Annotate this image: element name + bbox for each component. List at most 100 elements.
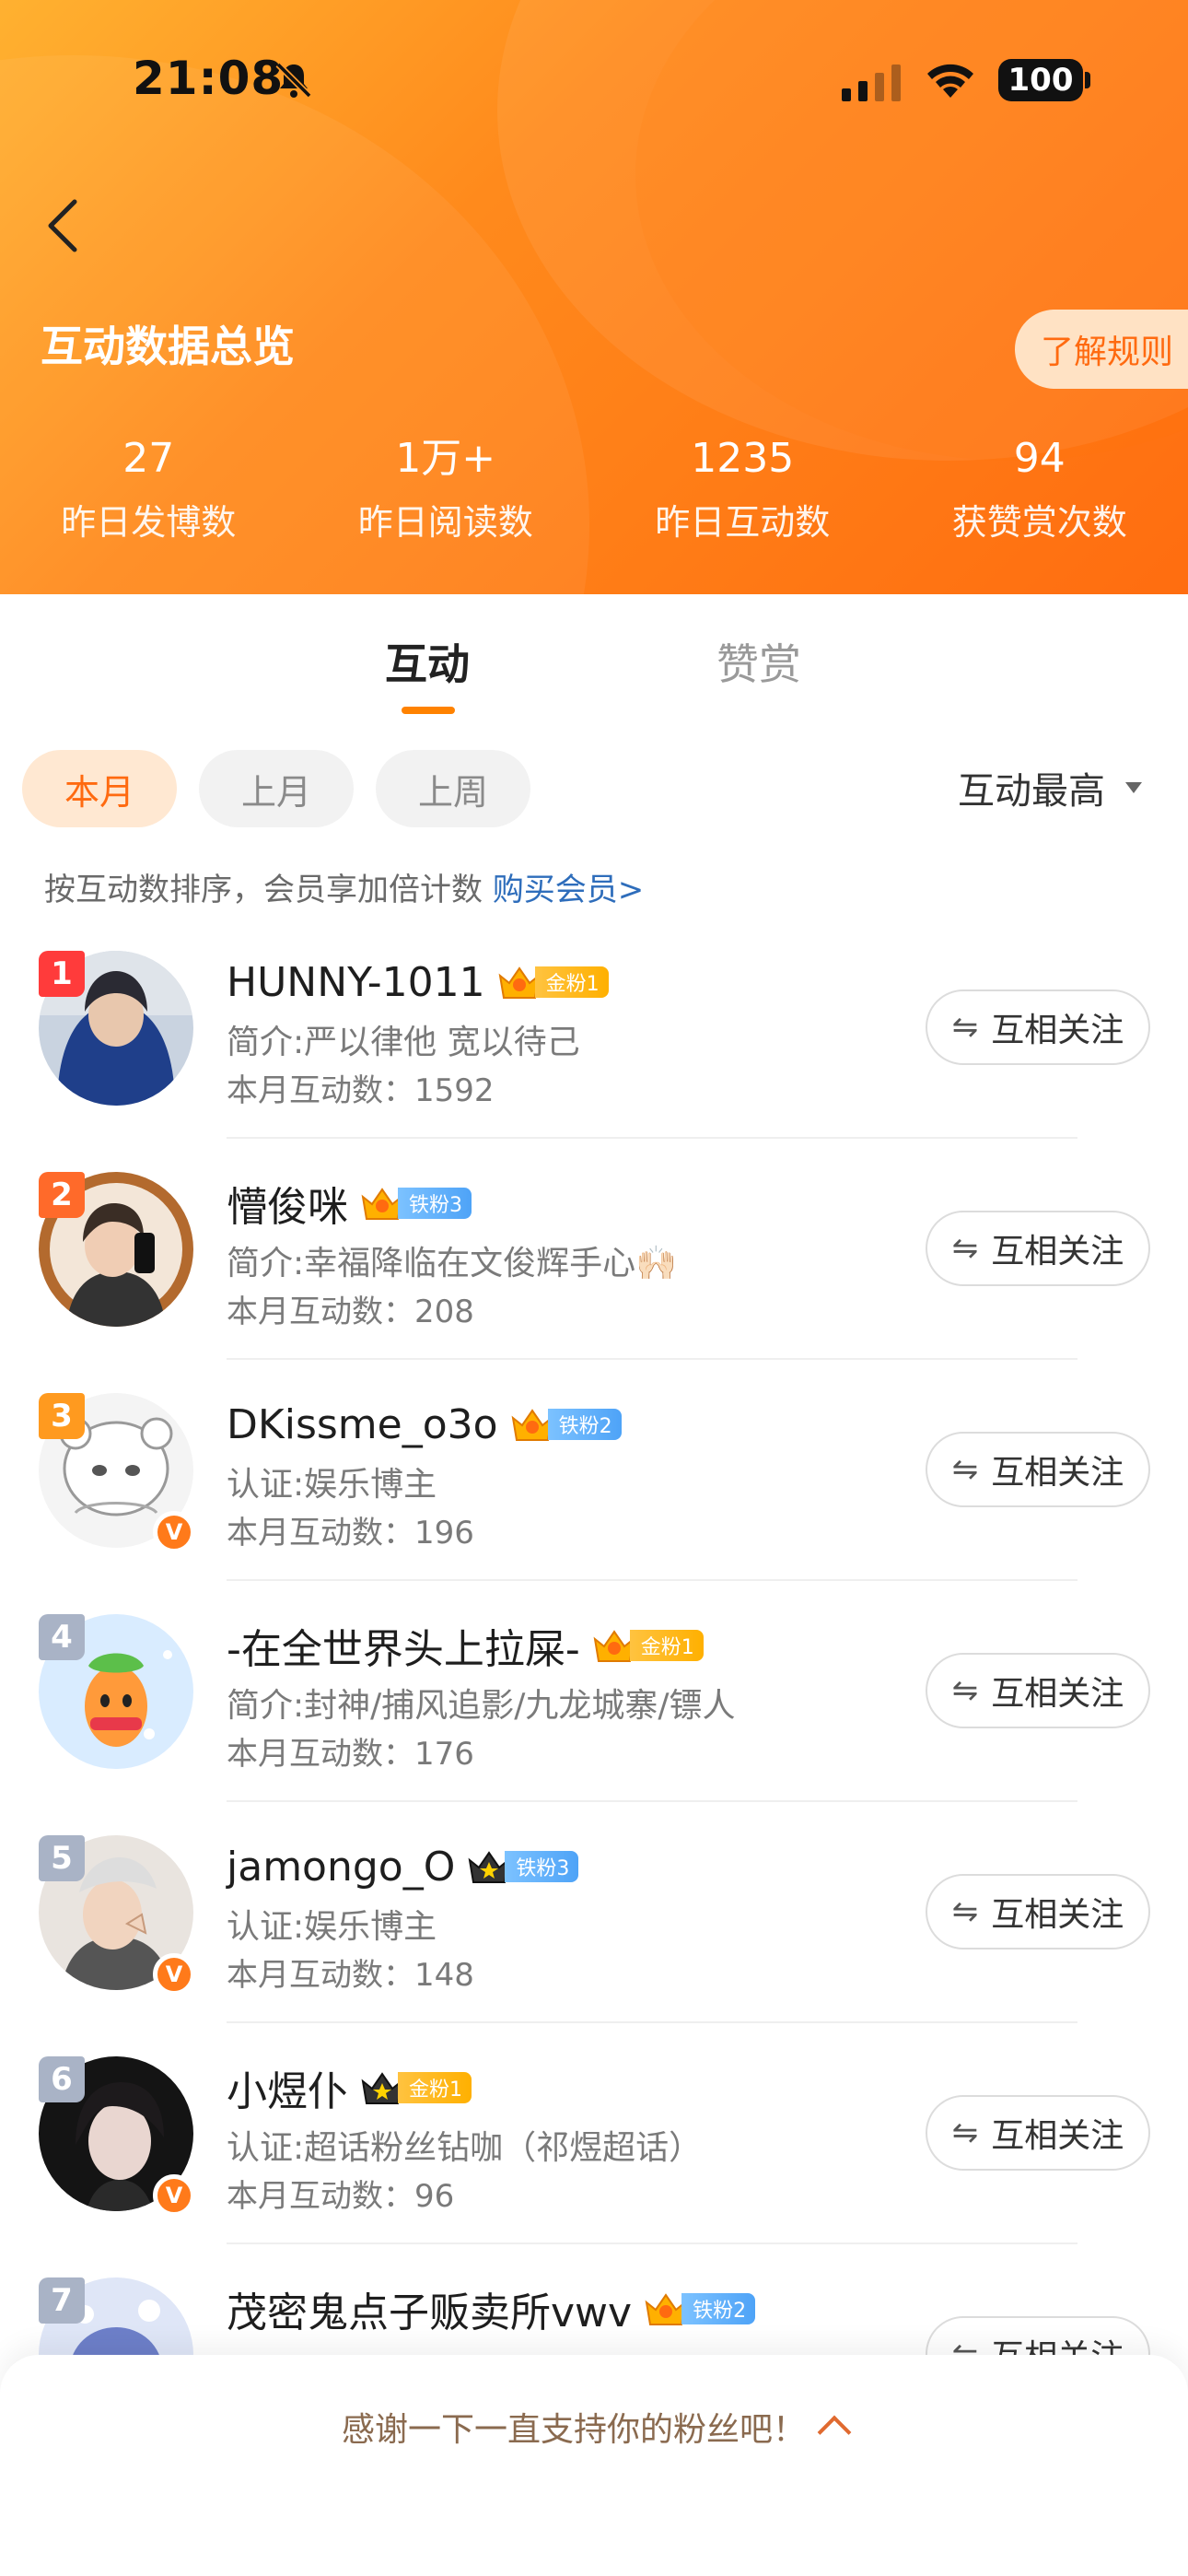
status-bar: 21:08 100: [0, 0, 1188, 157]
username[interactable]: -在全世界头上拉屎-: [227, 1616, 580, 1675]
bell-slash-icon: [275, 62, 312, 99]
chevron-left-icon: [48, 199, 77, 252]
fan-level-badge: 铁粉2: [643, 2288, 756, 2330]
fan-level-label: 铁粉3: [505, 1851, 579, 1882]
name-line: jamongo_O 铁粉3: [227, 1837, 579, 1896]
divider: [227, 1137, 1077, 1139]
bio-text: 简介:幸福降临在文俊辉手心🙌🏻: [227, 1245, 677, 1282]
username[interactable]: 小煜仆: [227, 2058, 348, 2117]
stat-label: 昨日发博数: [61, 502, 237, 543]
stat-value: 27: [122, 435, 175, 482]
swap-arrows-icon: ⇋: [951, 2114, 979, 2151]
list-item[interactable]: 5 V jamongo_O 铁粉3 认证:娱乐博主 本月互动数：148 ⇋ 互相关…: [0, 1815, 1188, 2036]
filter-last-week[interactable]: 上周: [376, 750, 530, 827]
fan-level-badge: 金粉1: [496, 961, 609, 1003]
verified-v-icon: V: [153, 2174, 195, 2217]
divider: [227, 1358, 1077, 1360]
mutual-follow-button[interactable]: ⇋ 互相关注: [926, 1211, 1150, 1286]
username[interactable]: 懵俊咪: [227, 1174, 348, 1233]
swap-arrows-icon: ⇋: [951, 1230, 979, 1267]
list-item[interactable]: 6 V 小煜仆 金粉1 认证:超话粉丝钻咖（祁煜超话） 本月互动数：96 ⇋ 互相…: [0, 2036, 1188, 2257]
swap-arrows-icon: ⇋: [951, 1893, 979, 1930]
fan-level-badge: 铁粉3: [359, 1182, 472, 1224]
sort-dropdown[interactable]: 互动最高: [958, 761, 1142, 814]
mutual-follow-button[interactable]: ⇋ 互相关注: [926, 989, 1150, 1065]
bio-text: 简介:严以律他 宽以待己: [227, 1024, 580, 1061]
fan-level-label: 铁粉2: [681, 2293, 756, 2324]
follow-label: 互相关注: [991, 1454, 1124, 1492]
caret-down-icon: [1125, 782, 1142, 793]
tab-bar: 互动 赞赏: [0, 594, 1188, 723]
fan-level-badge: 铁粉2: [509, 1403, 622, 1446]
username[interactable]: jamongo_O: [227, 1844, 455, 1891]
stat-reads: 1万+ 昨日阅读数: [297, 433, 595, 553]
interaction-count: 本月互动数：196: [227, 1515, 474, 1551]
follow-label: 互相关注: [991, 1675, 1124, 1713]
username[interactable]: DKissme_o3o: [227, 1401, 498, 1448]
mutual-follow-button[interactable]: ⇋ 互相关注: [926, 1874, 1150, 1950]
rank-badge: 1: [39, 951, 85, 997]
rank-badge: 4: [39, 1614, 85, 1660]
tab-reward[interactable]: 赞赏: [716, 631, 801, 692]
hint-text: 按互动数排序，会员享加倍计数: [44, 872, 493, 908]
stat-label: 昨日互动数: [655, 502, 831, 543]
mutual-follow-button[interactable]: ⇋ 互相关注: [926, 2095, 1150, 2171]
bottom-thanks-bar[interactable]: 感谢一下一直支持你的粉丝吧！: [0, 2355, 1188, 2576]
divider: [227, 2021, 1077, 2023]
page-title: 互动数据总览: [41, 322, 295, 371]
stat-posts: 27 昨日发博数: [0, 433, 297, 553]
tab-interaction[interactable]: 互动: [385, 631, 470, 692]
stat-value: 94: [1013, 435, 1066, 482]
username[interactable]: 茂密鬼点子贩卖所vwv: [227, 2279, 632, 2338]
stat-rewards: 94 获赞赏次数: [891, 433, 1188, 553]
swap-arrows-icon: ⇋: [951, 1672, 979, 1709]
rank-badge: 3: [39, 1393, 85, 1439]
cellular-signal-icon: [842, 64, 901, 101]
sort-label: 互动最高: [958, 770, 1105, 813]
fan-level-label: 铁粉3: [398, 1188, 472, 1219]
stat-value: 1万+: [395, 435, 496, 482]
header-banner: 21:08 100 互动数据总览 了解规则 27 昨日发博数 1万+ 昨日阅读数…: [0, 0, 1188, 594]
fan-level-label: 金粉1: [398, 2072, 472, 2103]
active-tab-indicator: [402, 707, 455, 714]
status-time: 21:08: [133, 52, 285, 105]
chevron-up-icon: [817, 2415, 852, 2450]
stats-row: 27 昨日发博数 1万+ 昨日阅读数 1235 昨日互动数 94 获赞赏次数: [0, 433, 1188, 553]
filter-last-month[interactable]: 上月: [199, 750, 354, 827]
mutual-follow-button[interactable]: ⇋ 互相关注: [926, 1432, 1150, 1507]
name-line: HUNNY-1011 金粉1: [227, 953, 609, 1012]
learn-rules-button[interactable]: 了解规则: [1015, 310, 1188, 389]
thanks-text: 感谢一下一直支持你的粉丝吧！: [341, 2411, 806, 2449]
fan-level-badge: 铁粉3: [466, 1845, 579, 1888]
interaction-count: 本月互动数：96: [227, 2178, 455, 2215]
divider: [227, 2242, 1077, 2244]
mutual-follow-button[interactable]: ⇋ 互相关注: [926, 1653, 1150, 1728]
bio-text: 认证:超话粉丝钻咖（祁煜超话）: [227, 2129, 703, 2167]
filter-this-month[interactable]: 本月: [22, 750, 177, 827]
thanks-prompt[interactable]: 感谢一下一直支持你的粉丝吧！: [0, 2403, 1188, 2451]
list-item[interactable]: 2 懵俊咪 铁粉3 简介:幸福降临在文俊辉手心🙌🏻 本月互动数：208 ⇋ 互相关…: [0, 1152, 1188, 1373]
battery-indicator: 100: [998, 59, 1083, 101]
list-item[interactable]: 1 HUNNY-1011 金粉1 简介:严以律他 宽以待己 本月互动数：1592…: [0, 931, 1188, 1152]
list-item[interactable]: 3 V DKissme_o3o 铁粉2 认证:娱乐博主 本月互动数：196 ⇋ 互…: [0, 1373, 1188, 1594]
back-button[interactable]: [22, 184, 105, 267]
follow-label: 互相关注: [991, 1233, 1124, 1270]
wifi-icon: [927, 64, 973, 98]
username[interactable]: HUNNY-1011: [227, 959, 485, 1006]
sort-hint: 按互动数排序，会员享加倍计数 购买会员>: [44, 864, 644, 909]
follow-label: 互相关注: [991, 2117, 1124, 2155]
bio-text: 认证:娱乐博主: [227, 1908, 437, 1946]
rank-badge: 7: [39, 2277, 85, 2324]
stat-label: 获赞赏次数: [951, 502, 1127, 543]
name-line: -在全世界头上拉屎- 金粉1: [227, 1616, 704, 1675]
list-item[interactable]: 4 -在全世界头上拉屎- 金粉1 简介:封神/捕风追影/九龙城寨/镖人 本月互动…: [0, 1594, 1188, 1815]
follow-label: 互相关注: [991, 1012, 1124, 1049]
rank-badge: 6: [39, 2056, 85, 2102]
interaction-count: 本月互动数：1592: [227, 1072, 495, 1109]
battery-tip: [1085, 72, 1090, 88]
name-line: 茂密鬼点子贩卖所vwv 铁粉2: [227, 2279, 756, 2338]
bio-text: 简介:封神/捕风追影/九龙城寨/镖人: [227, 1687, 736, 1725]
fan-level-badge: 金粉1: [591, 1624, 704, 1667]
interaction-count: 本月互动数：208: [227, 1294, 474, 1330]
buy-membership-link[interactable]: 购买会员>: [493, 872, 645, 908]
